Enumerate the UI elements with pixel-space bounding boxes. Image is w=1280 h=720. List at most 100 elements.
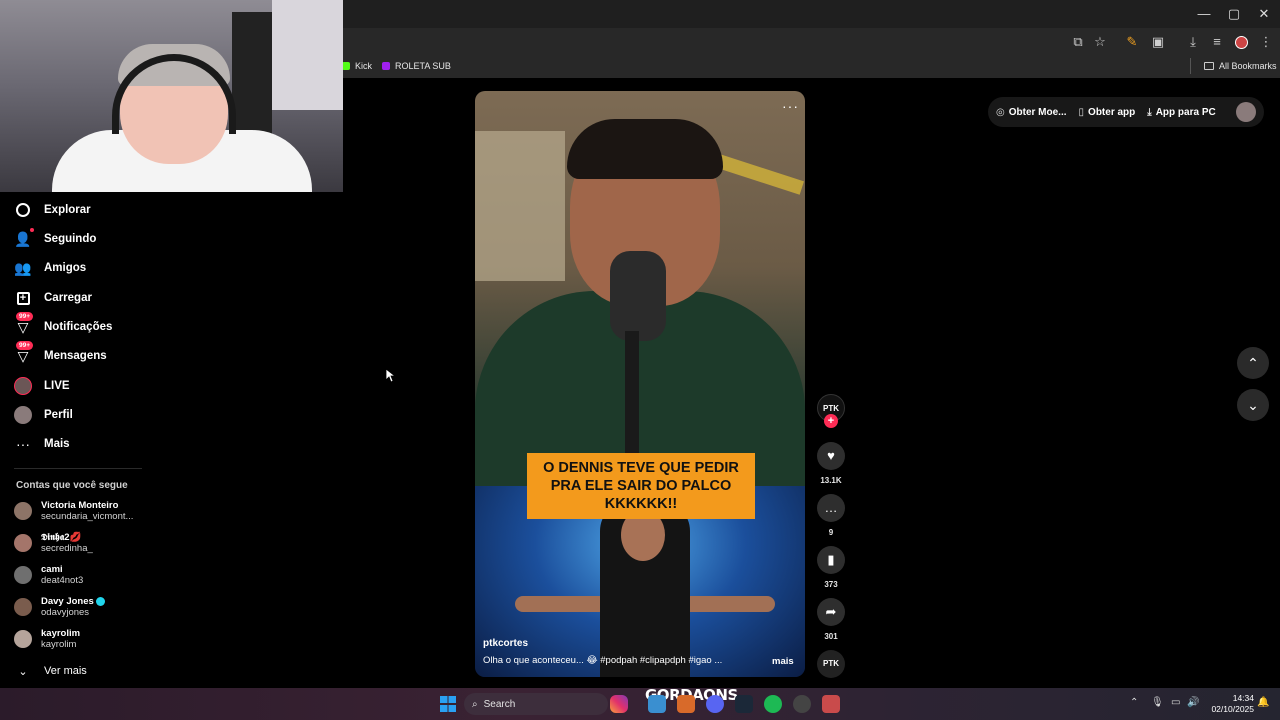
search-icon: ⌕: [472, 698, 478, 710]
bookmark-kick[interactable]: Kick: [342, 61, 372, 71]
like-count: 13.1K: [820, 476, 842, 485]
save-button[interactable]: ▮: [817, 546, 845, 574]
avatar-icon: [14, 406, 32, 424]
next-video-button[interactable]: ⌄: [1237, 389, 1269, 421]
cursor-icon: [386, 369, 396, 383]
account-name: cami: [41, 564, 63, 575]
video-options-icon[interactable]: ···: [782, 98, 799, 114]
chevron-down-icon: ⌄: [1247, 397, 1259, 413]
app-icon[interactable]: [822, 695, 840, 713]
video-more-link[interactable]: mais: [772, 656, 794, 667]
see-more-label: Ver mais: [44, 665, 87, 677]
account-item[interactable]: Victoria Monteiro secundaria_vicmont...: [14, 500, 133, 522]
microphone-icon[interactable]: 🎙: [1151, 697, 1164, 708]
like-button[interactable]: ♥: [817, 442, 845, 470]
phone-icon: ▯: [1078, 106, 1085, 118]
network-icon[interactable]: ▭: [1171, 697, 1180, 708]
video-description: Olha o que aconteceu... 😂 #podpah #clipa…: [483, 655, 723, 666]
nav-amigos[interactable]: 👥 Amigos: [14, 259, 86, 277]
minimize-button[interactable]: —: [1194, 4, 1214, 24]
cast-icon[interactable]: ⧉: [1068, 32, 1088, 52]
user-avatar[interactable]: [1236, 102, 1256, 122]
pc-app-button[interactable]: ⤓ App para PC: [1147, 107, 1215, 118]
clock[interactable]: 14:34 02/10/2025: [1202, 693, 1254, 715]
bookmark-roleta-sub[interactable]: ROLETA SUB: [382, 61, 451, 71]
account-handle: odavyjones: [41, 607, 90, 618]
volume-icon[interactable]: 🔊: [1187, 697, 1199, 708]
nav-label: Perfil: [44, 409, 73, 421]
header-actions: ◎ Obter Moe... ▯ Obter app ⤓ App para PC: [988, 97, 1264, 127]
account-name: 𝕯𝖎𝖓𝖍𝖆2💋: [41, 532, 82, 543]
nav-seguindo[interactable]: 👤 Seguindo: [14, 228, 97, 248]
account-item[interactable]: Davy Jones odavyjones: [14, 596, 105, 618]
account-handle: deat4not3: [41, 575, 84, 586]
steam-icon[interactable]: [735, 695, 753, 713]
extension-icon[interactable]: ✎: [1122, 32, 1142, 52]
see-more-button[interactable]: ⌄ Ver mais: [14, 662, 87, 680]
bookmark-label: Kick: [355, 61, 373, 71]
comment-button[interactable]: …: [817, 494, 845, 522]
menu-icon[interactable]: ⋮: [1256, 32, 1276, 52]
nav-live[interactable]: LIVE: [14, 377, 70, 395]
clock-date: 02/10/2025: [1211, 704, 1254, 714]
all-bookmarks-label: All Bookmarks: [1219, 61, 1277, 71]
app-icon[interactable]: [677, 695, 695, 713]
webcam-overlay: [0, 0, 343, 192]
video-background: [475, 131, 565, 281]
heart-icon: ♥: [827, 448, 835, 463]
account-name: kayrolim: [41, 628, 81, 639]
chevron-down-icon: ⌄: [18, 665, 28, 678]
maximize-button[interactable]: ▢: [1224, 4, 1244, 24]
account-item[interactable]: 𝕯𝖎𝖓𝖍𝖆2💋 secredinha_: [14, 532, 93, 554]
taskbar-search[interactable]: ⌕ Search: [464, 693, 608, 715]
file-explorer-icon[interactable]: [648, 695, 666, 713]
nav-mais[interactable]: ··· Mais: [14, 435, 70, 453]
kick-icon: [342, 62, 350, 70]
get-app-button[interactable]: ▯ Obter app: [1079, 107, 1136, 118]
video-player[interactable]: O DENNIS TEVE QUE PEDIR PRA ELE SAIR DO …: [475, 91, 805, 677]
nav-carregar[interactable]: + Carregar: [14, 289, 92, 307]
avatar: [14, 534, 32, 552]
obs-icon[interactable]: [793, 695, 811, 713]
nav-perfil[interactable]: Perfil: [14, 406, 73, 424]
instagram-icon: [610, 695, 628, 713]
nav-mensagens[interactable]: ▽ 99+ Mensagens: [14, 341, 107, 365]
close-button[interactable]: ✕: [1254, 4, 1274, 24]
nav-explorar[interactable]: Explorar: [14, 201, 91, 219]
music-disc[interactable]: PTK: [817, 650, 845, 678]
account-item[interactable]: kayrolim kayrolim: [14, 628, 80, 650]
bookmark-label: ROLETA SUB: [395, 61, 451, 71]
profile-icon[interactable]: [1231, 32, 1251, 52]
previous-video-button[interactable]: ⌃: [1237, 347, 1269, 379]
divider: [1190, 58, 1191, 74]
spotify-icon[interactable]: [764, 695, 782, 713]
nav-label: Mensagens: [44, 350, 107, 362]
follow-plus-icon[interactable]: +: [824, 414, 838, 428]
share-count: 301: [824, 632, 838, 641]
bookmark-icon: [382, 62, 390, 70]
discord-icon[interactable]: [706, 695, 724, 713]
nav-label: Mais: [44, 438, 70, 450]
webcam-background-shelf: [232, 12, 272, 142]
more-icon: ···: [16, 436, 30, 452]
media-icon[interactable]: ≡: [1207, 32, 1227, 52]
webcam-background-door: [272, 0, 343, 110]
tray-chevron-icon[interactable]: ⌃: [1130, 697, 1138, 708]
video-person-hair: [567, 119, 723, 179]
account-item[interactable]: cami deat4not3: [14, 564, 83, 586]
notification-icon[interactable]: 🔔: [1257, 697, 1269, 708]
nav-label: Carregar: [44, 292, 92, 304]
all-bookmarks-button[interactable]: All Bookmarks: [1204, 61, 1277, 71]
nav-notificacoes[interactable]: ▽ 99+ Notificações: [14, 312, 112, 336]
video-caption: O DENNIS TEVE QUE PEDIR PRA ELE SAIR DO …: [527, 453, 755, 519]
share-button[interactable]: ➦: [817, 598, 845, 626]
get-coins-button[interactable]: ◎ Obter Moe...: [996, 107, 1067, 118]
star-icon[interactable]: ☆: [1090, 32, 1110, 52]
puzzle-icon[interactable]: ▣: [1148, 32, 1168, 52]
download-icon[interactable]: ⤓: [1183, 32, 1203, 52]
comment-count: 9: [828, 528, 834, 537]
windows-start-icon[interactable]: [440, 696, 456, 712]
bell-icon: ▽ 99+: [14, 312, 34, 336]
video-username[interactable]: ptkcortes: [483, 638, 528, 649]
nav-label: Seguindo: [44, 233, 97, 245]
